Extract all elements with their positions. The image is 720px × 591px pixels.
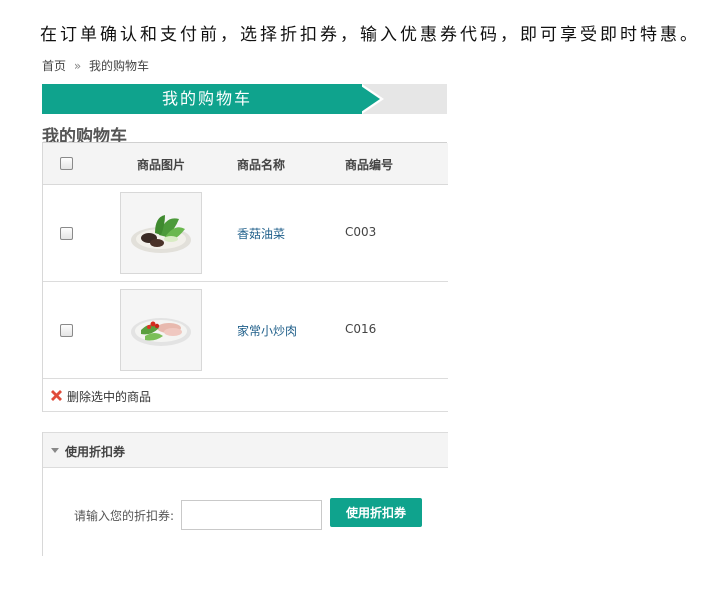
table-row: 香菇油菜 C003 <box>43 185 448 282</box>
product-image[interactable] <box>120 289 202 371</box>
header-image: 商品图片 <box>137 158 186 172</box>
mushroom-greens-dish-icon <box>121 193 201 273</box>
breadcrumb-separator: » <box>73 59 82 73</box>
delete-x-icon[interactable] <box>49 388 64 403</box>
delete-selected-row: 删除选中的商品 <box>43 379 448 412</box>
breadcrumb: 首页 » 我的购物车 <box>42 57 149 74</box>
collapse-triangle-icon <box>51 448 59 453</box>
breadcrumb-home-link[interactable]: 首页 <box>42 59 66 73</box>
apply-coupon-button[interactable]: 使用折扣券 <box>330 498 422 527</box>
table-row: 家常小炒肉 C016 <box>43 282 448 379</box>
product-image[interactable] <box>120 192 202 274</box>
product-name-link[interactable]: 香菇油菜 <box>237 225 285 242</box>
header-code: 商品编号 <box>345 158 394 172</box>
product-code: C016 <box>345 322 377 336</box>
product-code: C003 <box>345 225 377 239</box>
breadcrumb-current: 我的购物车 <box>89 59 150 73</box>
cart-step-banner: 我的购物车 <box>42 84 447 114</box>
header-name: 商品名称 <box>237 158 286 172</box>
stir-fried-pork-dish-icon <box>121 290 201 370</box>
coupon-panel-header[interactable]: 使用折扣券 <box>43 432 448 468</box>
row-checkbox[interactable] <box>60 324 73 337</box>
product-name-link[interactable]: 家常小炒肉 <box>237 322 297 339</box>
cart-table: 商品图片 商品名称 商品编号 香菇油菜 C003 家常小炒肉 C016 删除选中… <box>42 142 448 412</box>
row-checkbox[interactable] <box>60 227 73 240</box>
coupon-panel-title: 使用折扣券 <box>65 445 126 459</box>
table-header-row: 商品图片 商品名称 商品编号 <box>43 143 448 185</box>
select-all-checkbox[interactable] <box>60 157 73 170</box>
promo-notice: 在订单确认和支付前，选择折扣券，输入优惠券代码，即可享受即时特惠。 <box>40 25 700 45</box>
banner-title: 我的购物车 <box>161 89 252 108</box>
delete-selected-link[interactable]: 删除选中的商品 <box>67 388 151 405</box>
coupon-code-input[interactable] <box>181 500 322 530</box>
coupon-label: 请输入您的折扣券: <box>74 509 175 523</box>
coupon-panel: 使用折扣券 请输入您的折扣券: 使用折扣券 <box>42 432 448 556</box>
